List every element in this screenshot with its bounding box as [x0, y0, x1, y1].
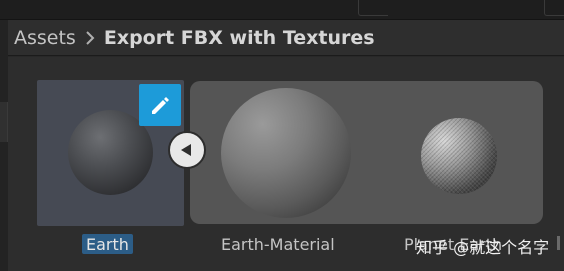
watermark: 知乎 @就这个名字 [416, 238, 550, 257]
left-panel-edge [0, 20, 8, 271]
pencil-icon [152, 97, 169, 114]
asset-label-selected[interactable]: Earth [82, 234, 133, 254]
project-browser: Assets Export FBX with Textures Earth Ea… [0, 0, 564, 271]
toolbar-strip [0, 0, 564, 20]
collapse-button[interactable] [168, 131, 206, 169]
panel-resize-handle[interactable] [0, 102, 8, 142]
asset-label: Earth-Material [221, 234, 335, 254]
scroll-edge [557, 236, 560, 250]
breadcrumb: Assets Export FBX with Textures [14, 25, 375, 51]
breadcrumb-assets[interactable]: Assets [14, 27, 76, 49]
texture-thumbnail[interactable] [421, 118, 497, 194]
chevron-right-icon [86, 31, 95, 45]
toolbar-handle[interactable] [544, 0, 564, 16]
toolbar-handle[interactable] [358, 0, 388, 16]
material-thumbnail[interactable] [221, 88, 351, 218]
edit-button[interactable] [139, 84, 181, 126]
triangle-left-icon [181, 144, 191, 156]
breadcrumb-current-folder[interactable]: Export FBX with Textures [104, 27, 375, 49]
